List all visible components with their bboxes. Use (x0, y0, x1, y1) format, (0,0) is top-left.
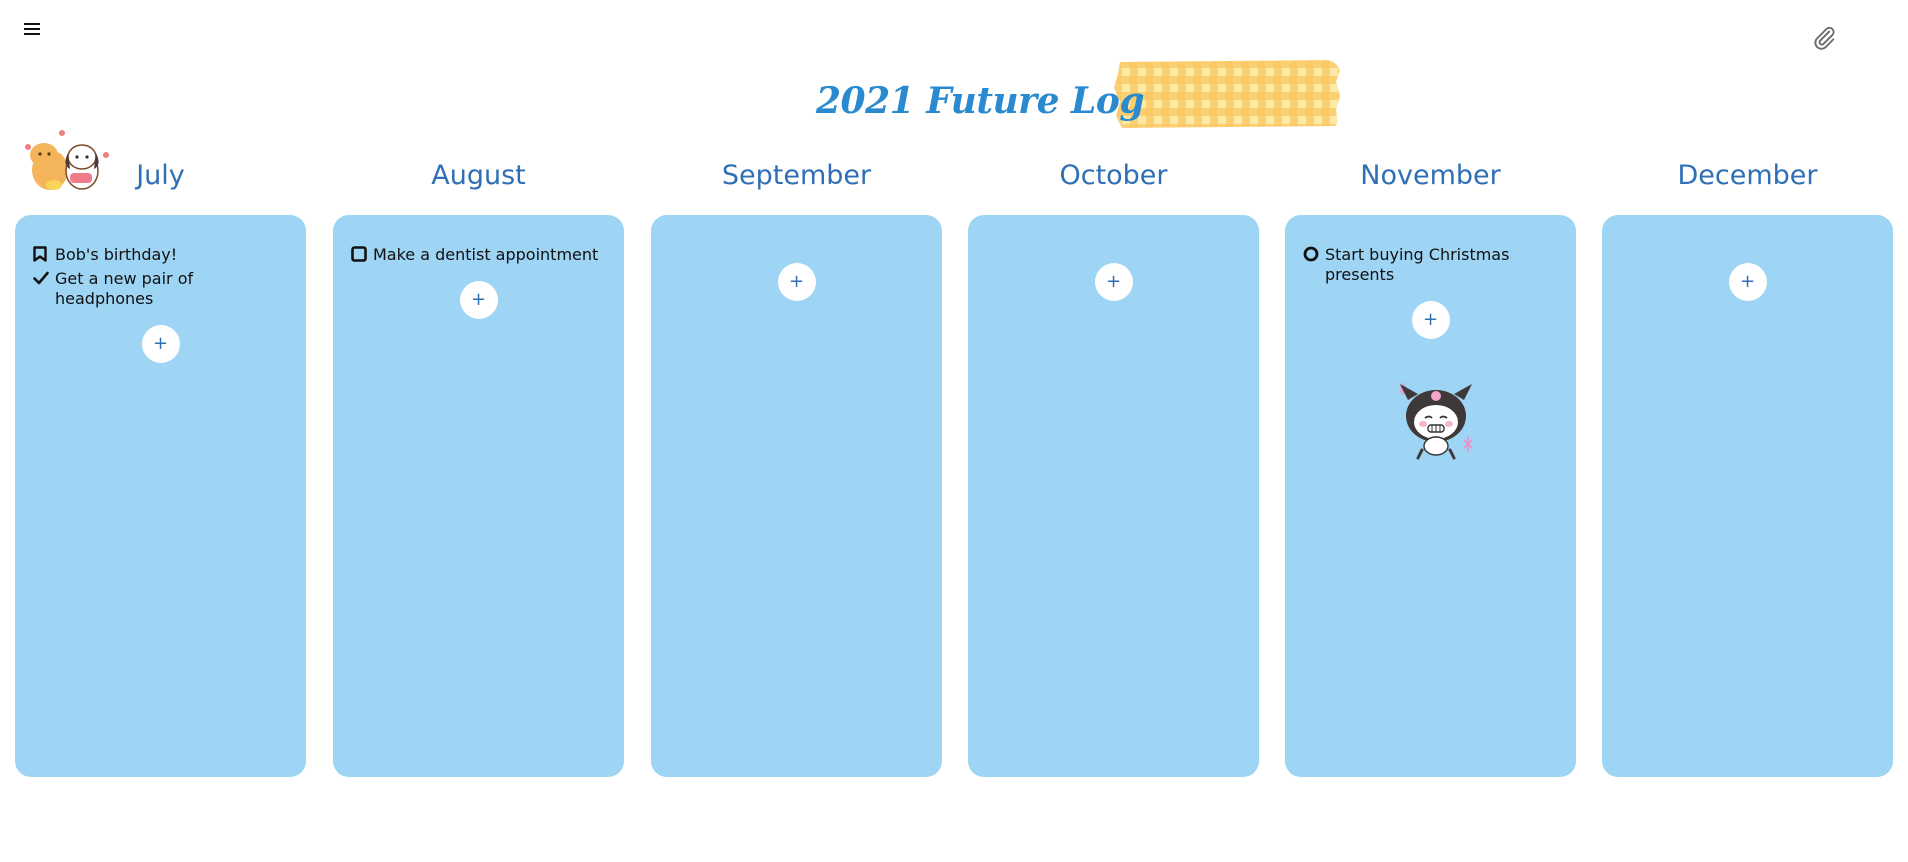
attach-button[interactable] (1810, 24, 1838, 52)
month-title: July (136, 160, 185, 191)
month-columns: July Bob's birthday! Get a new pair of h… (15, 155, 1895, 780)
checkmark-icon[interactable] (33, 269, 55, 287)
month-column-november: November Start buying Christmas presents… (1285, 155, 1576, 777)
month-column-october: October + (968, 155, 1259, 777)
month-card: Bob's birthday! Get a new pair of headph… (15, 215, 306, 777)
task-text[interactable]: Get a new pair of headphones (55, 269, 288, 309)
page-title: 2021 Future Log (816, 80, 1145, 122)
month-column-july: July Bob's birthday! Get a new pair of h… (15, 155, 306, 777)
month-title: November (1360, 160, 1501, 191)
month-column-september: September + (651, 155, 942, 777)
title-area: 2021 Future Log (816, 60, 1346, 130)
month-column-august: August Make a dentist appointment + (333, 155, 624, 777)
add-task-button[interactable]: + (1411, 301, 1450, 339)
circle-icon[interactable] (1303, 245, 1325, 263)
month-card: Make a dentist appointment + (333, 215, 624, 777)
month-card: + (968, 215, 1259, 777)
month-card: Start buying Christmas presents + (1285, 215, 1576, 777)
month-title: September (721, 160, 872, 191)
kuromi-sticker (1399, 383, 1473, 460)
month-title: August (431, 160, 526, 191)
hamburger-menu-icon (24, 23, 40, 25)
checkbox-icon[interactable] (351, 245, 373, 263)
add-task-button[interactable]: + (459, 281, 498, 319)
task-text[interactable]: Make a dentist appointment (373, 245, 598, 265)
add-task-button[interactable]: + (777, 263, 816, 301)
task-item[interactable]: Make a dentist appointment (351, 245, 606, 265)
bookmark-icon[interactable] (33, 245, 55, 263)
add-task-button[interactable]: + (1094, 263, 1133, 301)
add-task-button[interactable]: + (1728, 263, 1767, 301)
month-card: + (1602, 215, 1893, 777)
task-text[interactable]: Start buying Christmas presents (1325, 245, 1558, 285)
month-title: December (1677, 160, 1818, 191)
washi-tape-decoration (1114, 60, 1340, 128)
menu-button[interactable] (22, 21, 42, 41)
task-item[interactable]: Start buying Christmas presents (1303, 245, 1558, 285)
month-title: October (1059, 160, 1168, 191)
task-item[interactable]: Get a new pair of headphones (33, 269, 288, 309)
task-item[interactable]: Bob's birthday! (33, 245, 288, 265)
add-task-button[interactable]: + (141, 325, 180, 363)
paperclip-icon (1814, 26, 1835, 50)
month-column-december: December + (1602, 155, 1893, 777)
task-text[interactable]: Bob's birthday! (55, 245, 177, 265)
month-card: + (651, 215, 942, 777)
